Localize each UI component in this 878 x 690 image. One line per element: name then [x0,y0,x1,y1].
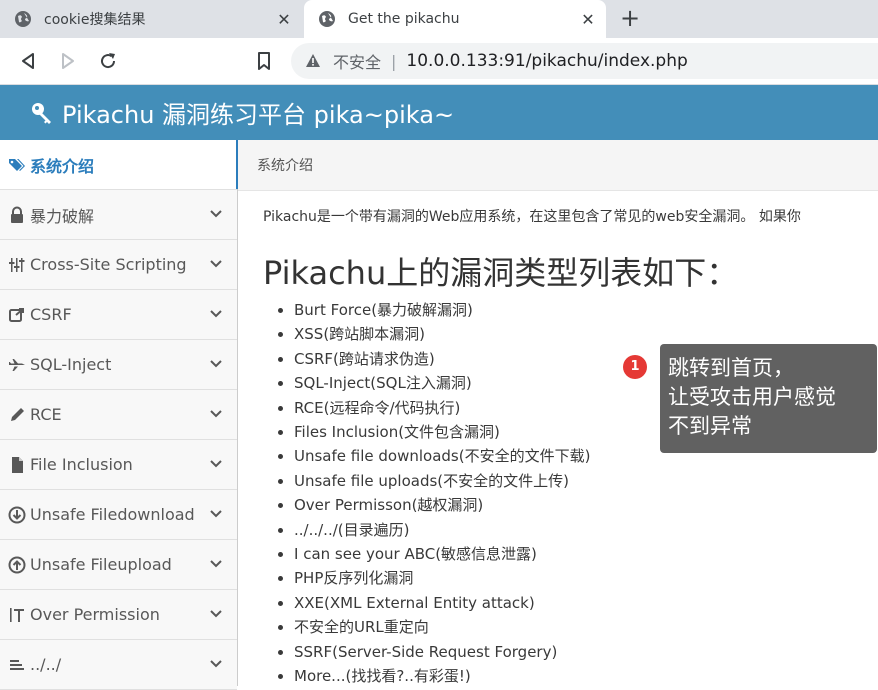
upload-icon [8,556,26,573]
list-item: SQL-Inject(SQL注入漏洞) [294,371,590,395]
list-item: SSRF(Server-Side Request Forgery) [294,640,590,664]
app-header: Pikachu 漏洞练习平台 pika~pika~ [0,85,878,140]
breadcrumb-item[interactable]: 系统介绍 [257,155,313,175]
sidebar-item-over-permission[interactable]: Over Permission [0,590,237,640]
close-icon[interactable]: ✕ [578,10,598,29]
sidebar-item-label: ../../ [30,655,62,674]
pencil-icon [11,407,24,421]
text-height-icon [10,607,24,622]
sidebar-item-label: 暴力破解 [30,206,95,226]
chevron-down-icon[interactable] [209,307,223,321]
warning-icon [306,54,320,67]
sliders-icon [9,257,25,272]
annotation-text: 跳转到首页， 让受攻击用户感觉 不到异常 [668,356,836,438]
sidebar-item-label: Cross-Site Scripting [30,255,187,274]
share-icon [9,307,24,322]
sidebar-item-label: RCE [30,405,62,424]
align-left-icon [10,659,24,670]
forward-arrow-icon[interactable] [56,49,80,73]
plane-icon [9,358,25,371]
sidebar-item-label: CSRF [30,305,72,324]
sidebar-item-label: Unsafe Filedownload [30,505,195,524]
browser-tab-strip: cookie搜集结果 ✕ Get the pikachu ✕ + [0,0,878,38]
vuln-list: Burt Force(暴力破解漏洞) XSS(跨站脚本漏洞) CSRF(跨站请求… [275,298,590,689]
chevron-down-icon[interactable] [209,457,223,471]
url-separator: | [391,51,397,71]
address-bar[interactable]: 不安全 | 10.0.0.133:91/pikachu/index.php [291,43,878,79]
key-icon [32,102,51,124]
list-item: PHP反序列化漏洞 [294,566,590,590]
sidebar-item-xss[interactable]: Cross-Site Scripting [0,240,237,290]
sidebar-item-label: SQL-Inject [30,355,112,374]
sidebar-item-file-inclusion[interactable]: File Inclusion [0,440,237,490]
intro-paragraph: Pikachu是一个带有漏洞的Web应用系统，在这里包含了常见的web安全漏洞。… [263,209,801,225]
chevron-down-icon[interactable] [209,407,223,421]
list-item: ../../../(目录遍历) [294,518,590,542]
back-arrow-icon[interactable] [16,49,40,73]
list-item: I can see your ABC(敏感信息泄露) [294,542,590,566]
list-item: Files Inclusion(文件包含漏洞) [294,420,590,444]
sidebar-item-sql-inject[interactable]: SQL-Inject [0,340,237,390]
sidebar-item-label: Over Permission [30,605,160,624]
step-badge: 1 [623,355,647,379]
chevron-down-icon[interactable] [209,607,223,621]
file-icon [12,456,23,473]
reload-icon[interactable] [96,49,120,73]
chevron-down-icon[interactable] [209,507,223,521]
new-tab-button[interactable]: + [618,6,642,30]
sidebar-item-dir-traversal[interactable]: ../../ [0,640,237,690]
list-item: CSRF(跨站请求伪造) [294,347,590,371]
tab-title: Get the pikachu [348,11,460,27]
list-item: Over Permisson(越权漏洞) [294,493,590,517]
download-icon [8,506,26,523]
page-heading: Pikachu上的漏洞类型列表如下： [263,254,739,292]
list-item: Unsafe file uploads(不安全的文件上传) [294,469,590,493]
chevron-down-icon[interactable] [209,357,223,371]
globe-icon [319,11,335,27]
sidebar-item-csrf[interactable]: CSRF [0,290,237,340]
sidebar-item-intro[interactable]: 系统介绍 [0,140,238,190]
chevron-down-icon[interactable] [209,657,223,671]
annotation-callout: 跳转到首页， 让受攻击用户感觉 不到异常 [660,344,877,453]
browser-tab-pikachu[interactable]: Get the pikachu ✕ [304,0,606,38]
sidebar-item-brute-force[interactable]: 暴力破解 [0,190,237,240]
browser-toolbar: 不安全 | 10.0.0.133:91/pikachu/index.php [0,38,878,85]
list-item: More...(找找看?..有彩蛋!) [294,664,590,688]
sidebar-item-label: Unsafe Fileupload [30,555,172,574]
browser-tab-cookie[interactable]: cookie搜集结果 ✕ [0,0,302,38]
breadcrumb: 系统介绍 [238,140,878,191]
close-icon[interactable]: ✕ [274,10,294,29]
chevron-down-icon[interactable] [209,557,223,571]
sidebar-item-unsafe-fileupload[interactable]: Unsafe Fileupload [0,540,237,590]
list-item: XXE(XML External Entity attack) [294,591,590,615]
lock-icon [11,206,23,223]
url-text[interactable]: 10.0.0.133:91/pikachu/index.php [406,51,687,71]
sidebar-item-rce[interactable]: RCE [0,390,237,440]
globe-icon [15,11,31,27]
list-item: Burt Force(暴力破解漏洞) [294,298,590,322]
list-item: 不安全的URL重定向 [294,615,590,639]
sidebar-item-unsafe-filedownload[interactable]: Unsafe Filedownload [0,490,237,540]
tab-title: cookie搜集结果 [44,12,146,28]
list-item: Unsafe file downloads(不安全的文件下载) [294,444,590,468]
list-item: XSS(跨站脚本漏洞) [294,322,590,346]
list-item: RCE(远程命令/代码执行) [294,396,590,420]
sidebar-item-label: File Inclusion [30,455,133,474]
bookmark-icon[interactable] [254,49,274,73]
chevron-down-icon[interactable] [209,207,223,221]
security-label: 不安全 [333,53,382,72]
sidebar-item-label: 系统介绍 [30,156,95,176]
chevron-down-icon[interactable] [209,257,223,271]
tags-icon [9,158,25,171]
app-title[interactable]: Pikachu 漏洞练习平台 pika~pika~ [62,95,454,130]
sidebar: 系统介绍 暴力破解 Cross-Site Scripting CSRF SQL-… [0,140,238,690]
